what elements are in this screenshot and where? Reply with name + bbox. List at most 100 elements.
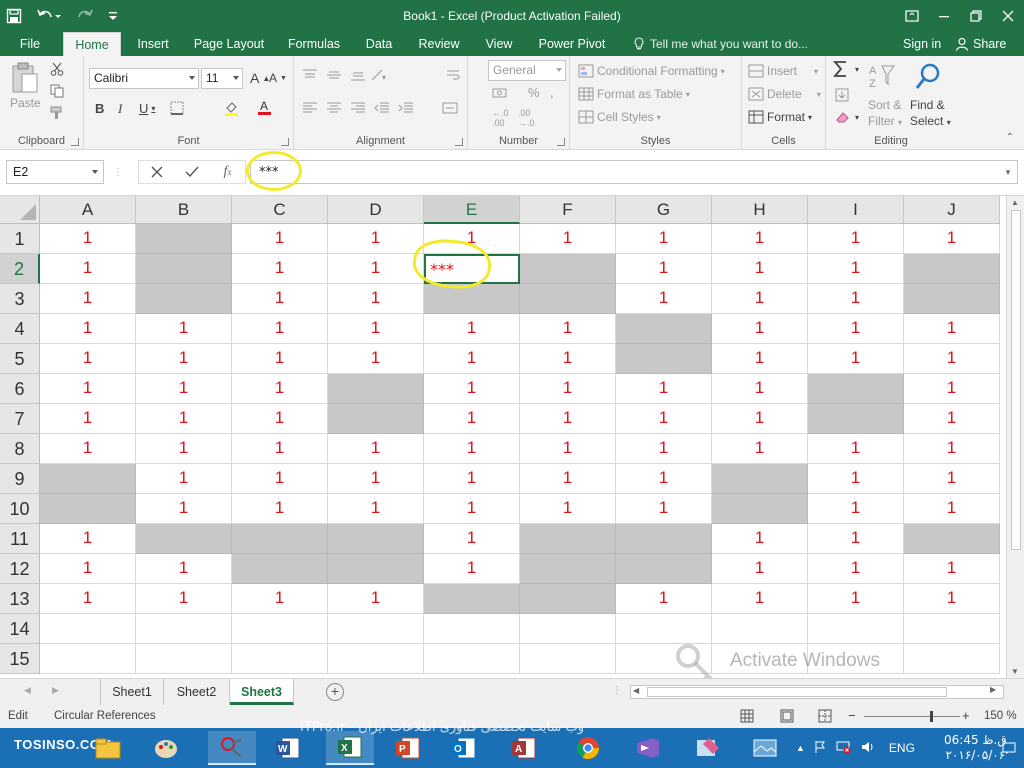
- normal-view-icon[interactable]: [740, 709, 754, 726]
- cell-j4[interactable]: 1: [904, 314, 1000, 344]
- paint-icon[interactable]: [148, 731, 184, 765]
- cell-e6[interactable]: 1: [424, 374, 520, 404]
- tab-page-layout[interactable]: Page Layout: [190, 32, 268, 56]
- cell-i5[interactable]: 1: [808, 344, 904, 374]
- scroll-up-icon[interactable]: ▲: [1011, 198, 1019, 207]
- snipping-tool-icon[interactable]: [208, 731, 256, 765]
- tab-formulas[interactable]: Formulas: [283, 32, 345, 56]
- cell-e12[interactable]: 1: [424, 554, 520, 584]
- cell-a3[interactable]: 1: [40, 284, 136, 314]
- cell-d14[interactable]: [328, 614, 424, 644]
- new-sheet-icon[interactable]: +: [326, 683, 344, 701]
- cell-h13[interactable]: 1: [712, 584, 808, 614]
- cell-f10[interactable]: 1: [520, 494, 616, 524]
- align-center-icon[interactable]: [326, 101, 342, 115]
- cell-b15[interactable]: [136, 644, 232, 674]
- cell-c3[interactable]: 1: [232, 284, 328, 314]
- sort-filter-button[interactable]: Sort & Filter ▾: [868, 98, 902, 130]
- cell-b9[interactable]: 1: [136, 464, 232, 494]
- formula-input[interactable]: ***: [250, 160, 1018, 184]
- tab-review[interactable]: Review: [412, 32, 466, 56]
- cell-f2[interactable]: [520, 254, 616, 284]
- cell-d9[interactable]: 1: [328, 464, 424, 494]
- sheet-tab-1[interactable]: Sheet1: [100, 679, 164, 705]
- cell-i8[interactable]: 1: [808, 434, 904, 464]
- row-header-1[interactable]: 1: [0, 224, 40, 254]
- paint-net-icon[interactable]: [690, 731, 726, 765]
- cell-h6[interactable]: 1: [712, 374, 808, 404]
- cell-h14[interactable]: [712, 614, 808, 644]
- cell-j9[interactable]: 1: [904, 464, 1000, 494]
- cell-i3[interactable]: 1: [808, 284, 904, 314]
- close-icon[interactable]: [992, 0, 1024, 32]
- column-header-g[interactable]: G: [616, 196, 712, 224]
- row-header-13[interactable]: 13: [0, 584, 40, 614]
- minimize-icon[interactable]: [928, 0, 960, 32]
- cell-a5[interactable]: 1: [40, 344, 136, 374]
- cell-i11[interactable]: 1: [808, 524, 904, 554]
- cell-f5[interactable]: 1: [520, 344, 616, 374]
- cell-a2[interactable]: 1: [40, 254, 136, 284]
- cell-b3[interactable]: [136, 284, 232, 314]
- sheet-tab-3[interactable]: Sheet3: [230, 679, 294, 705]
- cell-d13[interactable]: 1: [328, 584, 424, 614]
- cell-f13[interactable]: [520, 584, 616, 614]
- cell-g6[interactable]: 1: [616, 374, 712, 404]
- row-header-4[interactable]: 4: [0, 314, 40, 344]
- increase-indent-icon[interactable]: [398, 101, 414, 115]
- cell-j10[interactable]: 1: [904, 494, 1000, 524]
- borders-icon[interactable]: [170, 101, 184, 115]
- cell-e11[interactable]: 1: [424, 524, 520, 554]
- tab-file[interactable]: File: [10, 32, 50, 56]
- cell-g1[interactable]: 1: [616, 224, 712, 254]
- cell-c10[interactable]: 1: [232, 494, 328, 524]
- cell-j14[interactable]: [904, 614, 1000, 644]
- cell-a11[interactable]: 1: [40, 524, 136, 554]
- cell-c8[interactable]: 1: [232, 434, 328, 464]
- cell-d11[interactable]: [328, 524, 424, 554]
- cell-d7[interactable]: [328, 404, 424, 434]
- cell-a12[interactable]: 1: [40, 554, 136, 584]
- cell-j1[interactable]: 1: [904, 224, 1000, 254]
- cell-h7[interactable]: 1: [712, 404, 808, 434]
- copy-icon[interactable]: [50, 84, 66, 98]
- row-header-2[interactable]: 2: [0, 254, 40, 284]
- cell-d5[interactable]: 1: [328, 344, 424, 374]
- cell-c1[interactable]: 1: [232, 224, 328, 254]
- column-header-j[interactable]: J: [904, 196, 1000, 224]
- cell-d3[interactable]: 1: [328, 284, 424, 314]
- row-header-12[interactable]: 12: [0, 554, 40, 584]
- zoom-slider-thumb[interactable]: [930, 711, 933, 722]
- page-break-view-icon[interactable]: [818, 709, 832, 726]
- row-header-11[interactable]: 11: [0, 524, 40, 554]
- vertical-scrollbar[interactable]: ▲ ▼: [1006, 196, 1024, 678]
- desktop-preview-icon[interactable]: [748, 731, 782, 765]
- cell-e9[interactable]: 1: [424, 464, 520, 494]
- cell-i14[interactable]: [808, 614, 904, 644]
- cell-f12[interactable]: [520, 554, 616, 584]
- comma-style-icon[interactable]: ,: [550, 85, 554, 100]
- cell-j3[interactable]: [904, 284, 1000, 314]
- powerpoint-icon[interactable]: P: [390, 731, 426, 765]
- cell-f14[interactable]: [520, 614, 616, 644]
- cell-b2[interactable]: [136, 254, 232, 284]
- cell-a4[interactable]: 1: [40, 314, 136, 344]
- scroll-right-icon[interactable]: ▶: [990, 685, 996, 694]
- cell-f1[interactable]: 1: [520, 224, 616, 254]
- cell-h1[interactable]: 1: [712, 224, 808, 254]
- conditional-formatting-button[interactable]: Conditional Formatting ▾: [578, 64, 725, 78]
- align-middle-icon[interactable]: [326, 68, 342, 82]
- cell-i7[interactable]: [808, 404, 904, 434]
- scroll-left-icon[interactable]: ◀: [633, 686, 639, 695]
- network-error-icon[interactable]: [835, 740, 851, 757]
- restore-icon[interactable]: [960, 0, 992, 32]
- cell-a8[interactable]: 1: [40, 434, 136, 464]
- cell-c5[interactable]: 1: [232, 344, 328, 374]
- cell-a14[interactable]: [40, 614, 136, 644]
- share-button[interactable]: Share: [955, 32, 1006, 56]
- cell-g13[interactable]: 1: [616, 584, 712, 614]
- horizontal-scroll-thumb[interactable]: [647, 687, 947, 697]
- magnifier-icon[interactable]: [914, 62, 942, 92]
- tab-view[interactable]: View: [480, 32, 518, 56]
- underline-button[interactable]: U ▾: [139, 101, 155, 116]
